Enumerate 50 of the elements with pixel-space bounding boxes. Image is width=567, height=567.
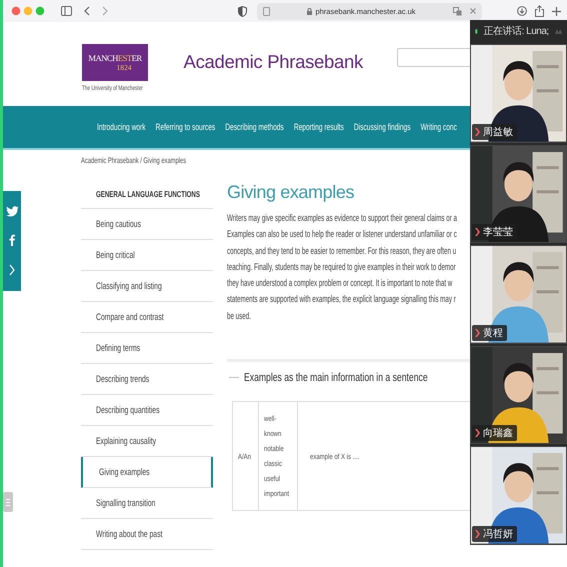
intro-paragraph: Writers may give specific examples as evidence to support their general claims or a Examples can also be used to help the reader or listener understand unfamiliar or c concepts, and they tend to be easier to remember. For this reason, they are often u teaching. Finally, students may be required to give examples in their work to demor they have understood a complex problem or concept. It is important to note that w statements are supported with examples, the explicit language signalling this may r be used. [227, 212, 458, 324]
f-letter-icon[interactable] [9, 234, 15, 246]
new-tab-icon[interactable] [552, 6, 561, 16]
chevron-right-icon[interactable] [9, 264, 15, 276]
nav-link[interactable]: Writing conc [420, 122, 457, 132]
microphone-icon [475, 26, 478, 36]
drag-handle[interactable] [3, 492, 13, 512]
sidebar-item[interactable]: Compare and contrast [81, 302, 213, 333]
breadcrumb: Academic Phrasebank / Giving examples [81, 156, 186, 165]
nav-link[interactable]: Describing methods [225, 122, 284, 132]
sidebar-item[interactable]: Explaining causality [81, 426, 213, 457]
translate-icon[interactable] [453, 6, 462, 16]
page-icon [263, 6, 270, 16]
site-title[interactable]: Academic Phrasebank [184, 51, 363, 73]
chevron-icon [474, 228, 480, 236]
speaking-label: 正在讲话: Luna; [484, 24, 549, 38]
chevron-icon [474, 530, 480, 538]
participant-name: 冯哲妍 [483, 528, 513, 541]
sidebar-item[interactable]: Writing about the past [81, 519, 213, 550]
chevron-icon [474, 328, 480, 337]
download-icon[interactable] [517, 6, 527, 16]
page-heading: Giving examples [227, 182, 354, 203]
participant-name: 黄程 [483, 326, 503, 340]
shield-icon[interactable] [238, 6, 247, 16]
back-icon[interactable] [84, 6, 90, 16]
chevron-icon [474, 128, 480, 136]
nav-link[interactable]: Reporting results [294, 122, 344, 132]
sidebar-item[interactable]: Being critical [81, 240, 213, 271]
nav-link[interactable]: Discussing findings [354, 122, 411, 132]
sidebar-item[interactable]: Describing trends [81, 364, 213, 395]
bird-icon[interactable] [6, 206, 18, 217]
lock-icon [307, 8, 312, 14]
participant-name: 李莹莹 [483, 226, 513, 240]
window-controls-icon[interactable] [11, 6, 47, 16]
sidebar-item[interactable]: Describing quantities [81, 395, 213, 426]
sidebar-item[interactable]: Being cautious [81, 209, 213, 240]
sidebar-item[interactable]: Giving examples [81, 457, 213, 488]
nav-link[interactable]: Introducing work [97, 122, 146, 132]
sidebar-heading: GENERAL LANGUAGE FUNCTIONS [96, 189, 200, 199]
share-icon[interactable] [535, 5, 544, 17]
section-heading[interactable]: Examples as the main information in a sentence [244, 372, 428, 384]
close-icon[interactable] [470, 8, 476, 14]
sidebar-item[interactable]: Defining terms [81, 333, 213, 364]
nav-link[interactable]: Referring to sources [156, 122, 216, 132]
sidebar-item[interactable]: Classifying and listing [81, 271, 213, 302]
participant-name: 周益敏 [483, 126, 513, 139]
participant-name: 向瑞鑫 [483, 426, 513, 440]
sidebar-item[interactable]: Signalling transition [81, 488, 213, 519]
sidebar-icon[interactable] [61, 6, 72, 16]
chevron-icon [474, 429, 480, 438]
